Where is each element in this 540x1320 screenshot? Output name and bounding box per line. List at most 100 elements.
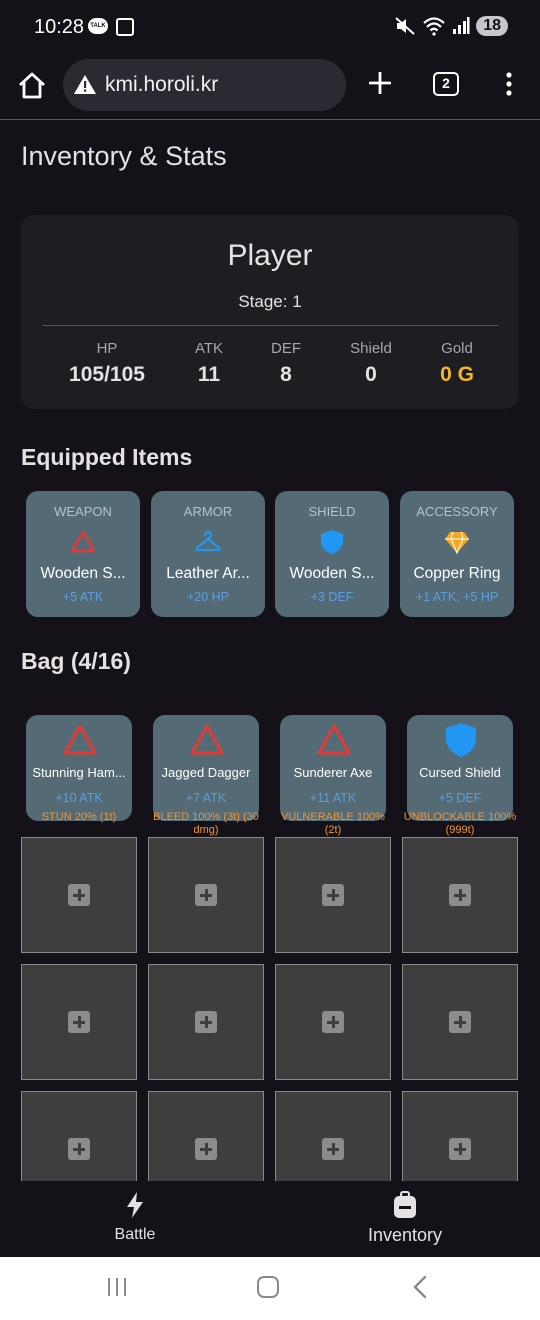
add-slot-icon	[68, 1138, 90, 1160]
equip-item-name: Leather Ar...	[166, 565, 250, 582]
tab-switcher-button[interactable]: 2	[433, 72, 459, 96]
add-slot-icon	[322, 1011, 344, 1033]
equip-item-bonus: +1 ATK, +5 HP	[415, 590, 499, 604]
stat-label: ATK	[194, 340, 224, 357]
equip-item-name: Copper Ring	[413, 565, 501, 582]
equip-item-name: Wooden S...	[40, 565, 126, 582]
empty-bag-slot[interactable]	[21, 837, 137, 953]
bag-item[interactable]: Stunning Ham... +10 ATK STUN 20% (1t)	[26, 715, 132, 823]
empty-bag-slot[interactable]	[402, 837, 518, 953]
stat-value: 0 G	[440, 363, 474, 386]
empty-bag-slot[interactable]	[21, 1091, 137, 1181]
stat-atk: ATK 11	[173, 340, 245, 387]
empty-bag-slot[interactable]	[21, 964, 137, 1080]
stat-value: 105/105	[69, 363, 145, 386]
weapon-triangle-icon	[317, 724, 351, 755]
bag-item-name: Stunning Ham...	[32, 765, 126, 780]
equip-slot-shield[interactable]: SHIELD Wooden S... +3 DEF	[275, 491, 389, 617]
wifi-icon	[423, 17, 445, 36]
weapon-triangle-icon	[63, 724, 97, 755]
back-icon[interactable]	[410, 1275, 430, 1299]
nav-inventory[interactable]: Inventory	[270, 1181, 540, 1257]
bottom-navigation: Battle Inventory	[0, 1181, 540, 1257]
bag-item-name: Sunderer Axe	[293, 765, 373, 780]
bag-item-effect: BLEED 100% (3t) (30 dmg)	[153, 811, 259, 836]
kakaotalk-icon: TALK	[88, 18, 108, 34]
status-bar: 10:28 TALK 18	[0, 0, 540, 56]
screenshot-icon	[116, 18, 134, 36]
stat-label: HP	[96, 340, 118, 357]
equip-slot-label: ACCESSORY	[416, 504, 498, 519]
empty-bag-slot[interactable]	[148, 837, 264, 953]
stat-def: DEF 8	[251, 340, 321, 387]
player-card: Player Stage: 1 HP 105/105 ATK 11 DEF 8 …	[21, 215, 519, 409]
add-slot-icon	[195, 1138, 217, 1160]
bag-title: Bag (4/16)	[21, 648, 131, 674]
equip-slot-accessory[interactable]: ACCESSORY Copper Ring +1 ATK, +5 HP	[400, 491, 514, 617]
equip-slot-label: SHIELD	[308, 504, 356, 519]
equipped-items-title: Equipped Items	[21, 444, 193, 470]
nav-label: Battle	[114, 1226, 156, 1243]
recents-icon[interactable]	[106, 1277, 128, 1297]
nav-battle[interactable]: Battle	[0, 1181, 270, 1257]
lightning-icon	[127, 1192, 143, 1218]
bag-item-effect: VULNERABLE 100% (2t)	[281, 811, 385, 836]
bag-item-name: Jagged Dagger	[161, 765, 251, 780]
empty-bag-slot[interactable]	[402, 964, 518, 1080]
empty-bag-slot[interactable]	[148, 964, 264, 1080]
add-slot-icon	[195, 884, 217, 906]
empty-bag-slot[interactable]	[275, 837, 391, 953]
bag-item[interactable]: Sunderer Axe +11 ATK VULNERABLE 100% (2t…	[280, 715, 386, 836]
signal-icon	[453, 17, 470, 34]
equip-slot-weapon[interactable]: WEAPON Wooden S... +5 ATK	[26, 491, 140, 617]
bag-item[interactable]: Jagged Dagger +7 ATK BLEED 100% (3t) (30…	[153, 715, 259, 836]
address-bar[interactable]: kmi.horoli.kr	[63, 59, 346, 111]
page-content[interactable]: Inventory & Stats Player Stage: 1 HP 105…	[0, 121, 540, 1181]
weapon-triangle-icon	[70, 530, 96, 553]
add-slot-icon	[449, 1138, 471, 1160]
bag-item-bonus: +5 DEF	[438, 791, 482, 805]
bag-item-bonus: +10 ATK	[55, 791, 103, 805]
empty-bag-slot[interactable]	[402, 1091, 518, 1181]
equip-item-name: Wooden S...	[289, 565, 375, 582]
stat-gold: Gold 0 G	[417, 340, 497, 387]
add-slot-icon	[322, 884, 344, 906]
bag-item-bonus: +7 ATK	[185, 791, 227, 805]
more-menu-icon[interactable]	[504, 71, 514, 97]
equip-slot-label: WEAPON	[54, 504, 112, 519]
player-stage: Stage: 1	[238, 292, 302, 311]
add-slot-icon	[449, 1011, 471, 1033]
bag-item-bonus: +11 ATK	[309, 791, 357, 805]
empty-bag-slot[interactable]	[275, 964, 391, 1080]
equip-item-bonus: +20 HP	[186, 590, 230, 604]
stat-label: Shield	[350, 340, 392, 357]
warning-icon[interactable]	[73, 73, 97, 97]
stat-value: 11	[197, 363, 221, 386]
equip-slot-armor[interactable]: ARMOR Leather Ar... +20 HP	[151, 491, 265, 617]
bag-item-effect: STUN 20% (1t)	[41, 811, 117, 823]
system-navigation-bar	[0, 1257, 540, 1320]
system-home-icon[interactable]	[257, 1276, 279, 1298]
stat-shield: Shield 0	[331, 340, 411, 387]
equip-item-bonus: +3 DEF	[310, 590, 354, 604]
weapon-triangle-icon	[190, 724, 224, 755]
shield-icon	[446, 723, 476, 757]
gem-icon	[445, 531, 469, 555]
add-slot-icon	[322, 1138, 344, 1160]
home-icon[interactable]	[16, 70, 48, 102]
notification-icons: TALK	[88, 18, 134, 36]
stat-value: 0	[365, 363, 377, 386]
stat-label: DEF	[271, 340, 301, 357]
add-slot-icon	[68, 1011, 90, 1033]
empty-bag-slot[interactable]	[275, 1091, 391, 1181]
browser-toolbar: kmi.horoli.kr 2	[0, 56, 540, 120]
equip-slot-label: ARMOR	[183, 504, 233, 519]
add-slot-icon	[195, 1011, 217, 1033]
empty-bag-slot[interactable]	[148, 1091, 264, 1181]
page-title: Inventory & Stats	[21, 141, 227, 171]
bag-item-name: Cursed Shield	[419, 765, 501, 780]
new-tab-icon[interactable]	[366, 69, 394, 97]
url-text: kmi.horoli.kr	[105, 73, 219, 96]
bag-item[interactable]: Cursed Shield +5 DEF UNBLOCKABLE 100% (9…	[404, 715, 516, 836]
divider	[42, 325, 498, 326]
